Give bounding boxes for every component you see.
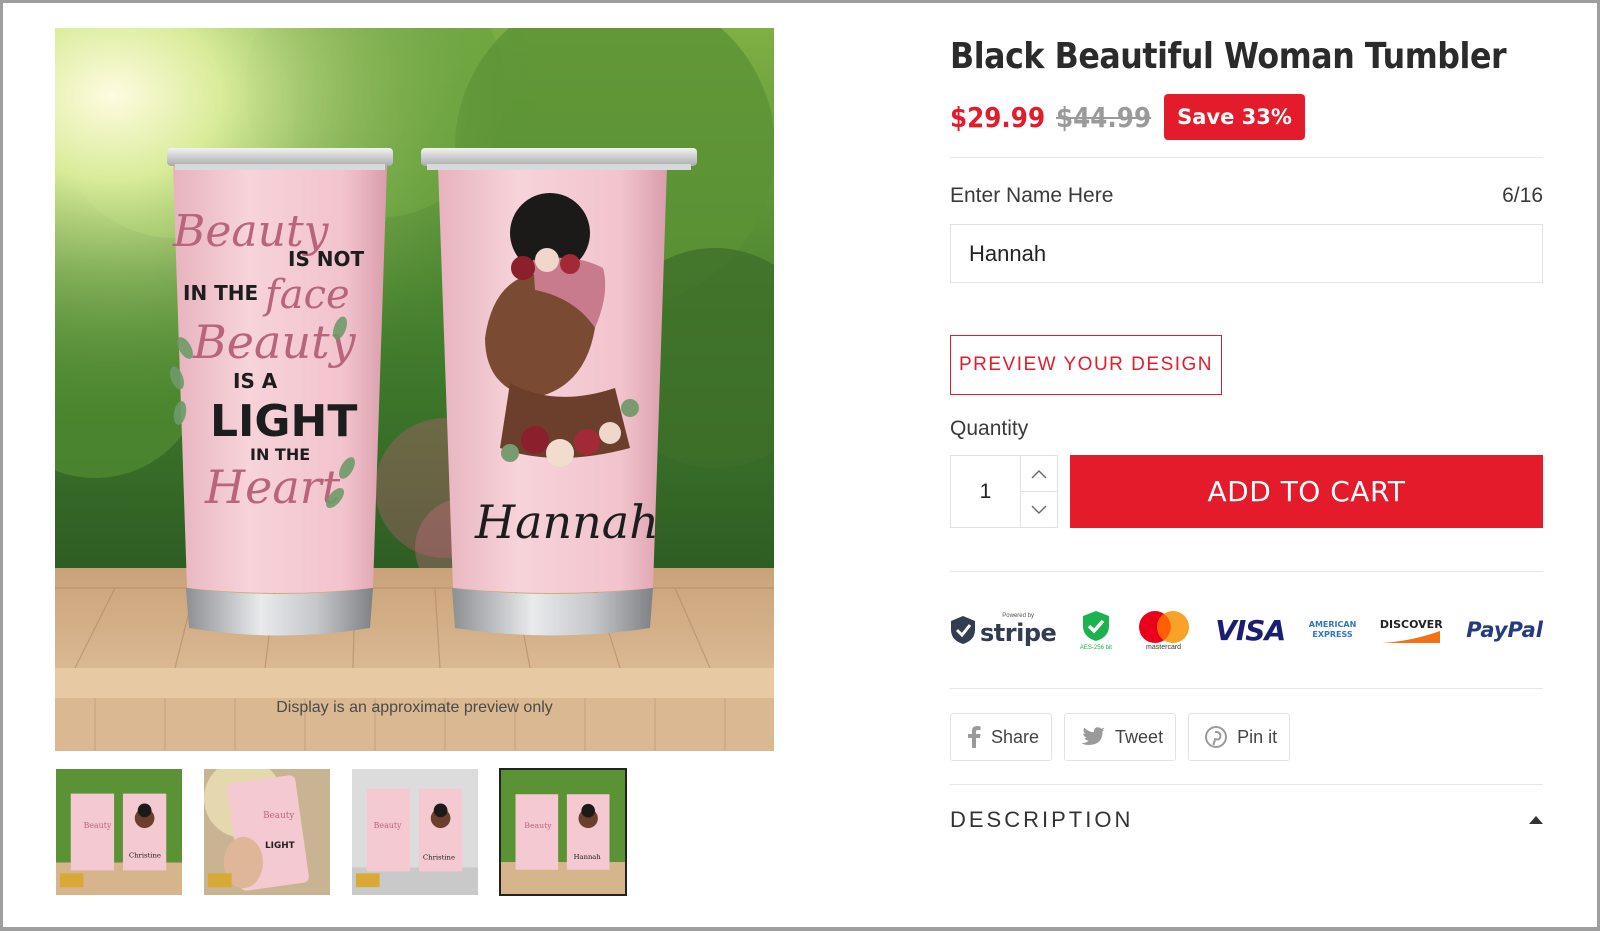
caret-up-icon (1529, 816, 1543, 824)
svg-text:Hannah: Hannah (474, 495, 659, 549)
svg-text:Beauty: Beauty (374, 821, 402, 830)
main-product-image[interactable]: Beauty IS NOT IN THE face Beauty IS A LI… (55, 28, 774, 751)
paypal-wordmark: PayPal (1466, 618, 1543, 642)
aes-caption: AES-256 bit (1079, 644, 1112, 651)
thumbnail-image: Beauty LIGHT (204, 769, 330, 895)
description-toggle[interactable]: DESCRIPTION (950, 785, 1543, 855)
quantity-input[interactable] (951, 456, 1021, 527)
svg-text:Beauty: Beauty (524, 821, 552, 830)
payment-badges: Powered by stripe AES-256 bit mastercard… (950, 572, 1543, 688)
facebook-share-button[interactable]: Share (950, 713, 1053, 761)
name-input[interactable] (950, 224, 1543, 283)
pinterest-icon (1205, 726, 1228, 748)
sale-price: $29.99 (950, 100, 1046, 134)
shield-check-icon (1082, 610, 1109, 641)
discover-wordmark: DISCOVER (1379, 617, 1443, 631)
preview-design-button[interactable]: PREVIEW YOUR DESIGN (950, 335, 1222, 395)
pinterest-share-button[interactable]: Pin it (1188, 713, 1291, 761)
discover-badge: DISCOVER (1380, 618, 1443, 643)
shield-check-icon (951, 616, 975, 644)
left-tumbler: Beauty IS NOT IN THE face Beauty IS A LI… (167, 148, 393, 636)
paypal-badge: PayPal (1466, 618, 1543, 642)
svg-text:Beauty: Beauty (192, 315, 357, 369)
thumbnail-1[interactable]: Beauty Christine (55, 768, 183, 896)
product-info: Black Beautiful Woman Tumbler $29.99 $44… (950, 30, 1543, 855)
char-counter: 6/16 (1502, 184, 1543, 207)
svg-text:IN THE: IN THE (183, 281, 258, 305)
mastercard-caption: mastercard (1146, 643, 1182, 651)
quantity-label: Quantity (950, 417, 1029, 440)
mastercard-badge: mastercard (1136, 610, 1192, 651)
divider (950, 688, 1543, 689)
thumbnail-strip: Beauty Christine Beauty LIGHT Beauty Chr… (55, 768, 627, 896)
pinterest-share-label: Pin it (1237, 726, 1278, 747)
twitter-icon (1081, 727, 1106, 745)
quantity-arrows (1021, 456, 1057, 527)
quantity-increase-button[interactable] (1021, 456, 1057, 492)
name-field-header: Enter Name Here 6/16 (950, 184, 1543, 208)
divider (950, 157, 1543, 158)
svg-text:face: face (262, 272, 350, 318)
svg-text:Hannah: Hannah (574, 853, 602, 861)
discover-stripe-icon (1382, 630, 1441, 643)
compare-price: $44.99 (1056, 100, 1152, 134)
visa-badge: VISA (1215, 613, 1286, 647)
quantity-decrease-button[interactable] (1021, 492, 1057, 527)
quantity-row: ADD TO CART (950, 455, 1543, 528)
amex-badge: AMERICAN EXPRESS (1309, 620, 1357, 640)
svg-text:LIGHT: LIGHT (210, 396, 357, 447)
thumbnail-4[interactable]: Beauty Hannah (499, 768, 627, 896)
save-badge: Save 33% (1164, 94, 1305, 140)
twitter-share-button[interactable]: Tweet (1064, 713, 1177, 761)
facebook-icon (968, 726, 981, 748)
svg-text:Heart: Heart (204, 460, 341, 514)
chevron-down-icon (1031, 505, 1047, 514)
product-title: Black Beautiful Woman Tumbler (950, 36, 1507, 77)
thumbnail-3[interactable]: Beauty Christine (351, 768, 479, 896)
add-to-cart-button[interactable]: ADD TO CART (1070, 455, 1543, 528)
preview-disclaimer: Display is an approximate preview only (276, 699, 553, 716)
svg-text:Christine: Christine (129, 852, 161, 860)
quantity-stepper (950, 455, 1058, 528)
description-label: DESCRIPTION (950, 807, 1134, 832)
stripe-wordmark: stripe (980, 619, 1057, 647)
name-field-label: Enter Name Here (950, 184, 1114, 207)
thumbnail-image: Beauty Christine (352, 769, 478, 895)
amex-line2: EXPRESS (1312, 630, 1353, 639)
visa-wordmark: VISA (1215, 613, 1286, 647)
aes-badge: AES-256 bit (1080, 610, 1112, 651)
mastercard-logo-icon (1138, 610, 1189, 643)
svg-text:IS NOT: IS NOT (288, 247, 365, 271)
price-row: $29.99 $44.99 Save 33% (950, 93, 1543, 141)
svg-text:LIGHT: LIGHT (265, 841, 295, 851)
thumbnail-image: Beauty Hannah (501, 770, 625, 894)
thumbnail-image: Beauty Christine (56, 769, 182, 895)
share-buttons: Share Tweet Pin it (950, 713, 1543, 761)
svg-text:Beauty: Beauty (84, 821, 112, 830)
facebook-share-label: Share (991, 726, 1040, 747)
svg-text:IS A: IS A (233, 369, 278, 393)
amex-line1: AMERICAN (1308, 620, 1357, 629)
stripe-badge: Powered by stripe (950, 613, 1057, 647)
chevron-up-icon (1031, 469, 1047, 478)
svg-text:Beauty: Beauty (263, 811, 294, 821)
thumbnail-2[interactable]: Beauty LIGHT (203, 768, 331, 896)
twitter-share-label: Tweet (1115, 726, 1164, 747)
svg-text:Christine: Christine (423, 854, 455, 862)
tumbler-scene: Beauty IS NOT IN THE face Beauty IS A LI… (55, 28, 774, 751)
